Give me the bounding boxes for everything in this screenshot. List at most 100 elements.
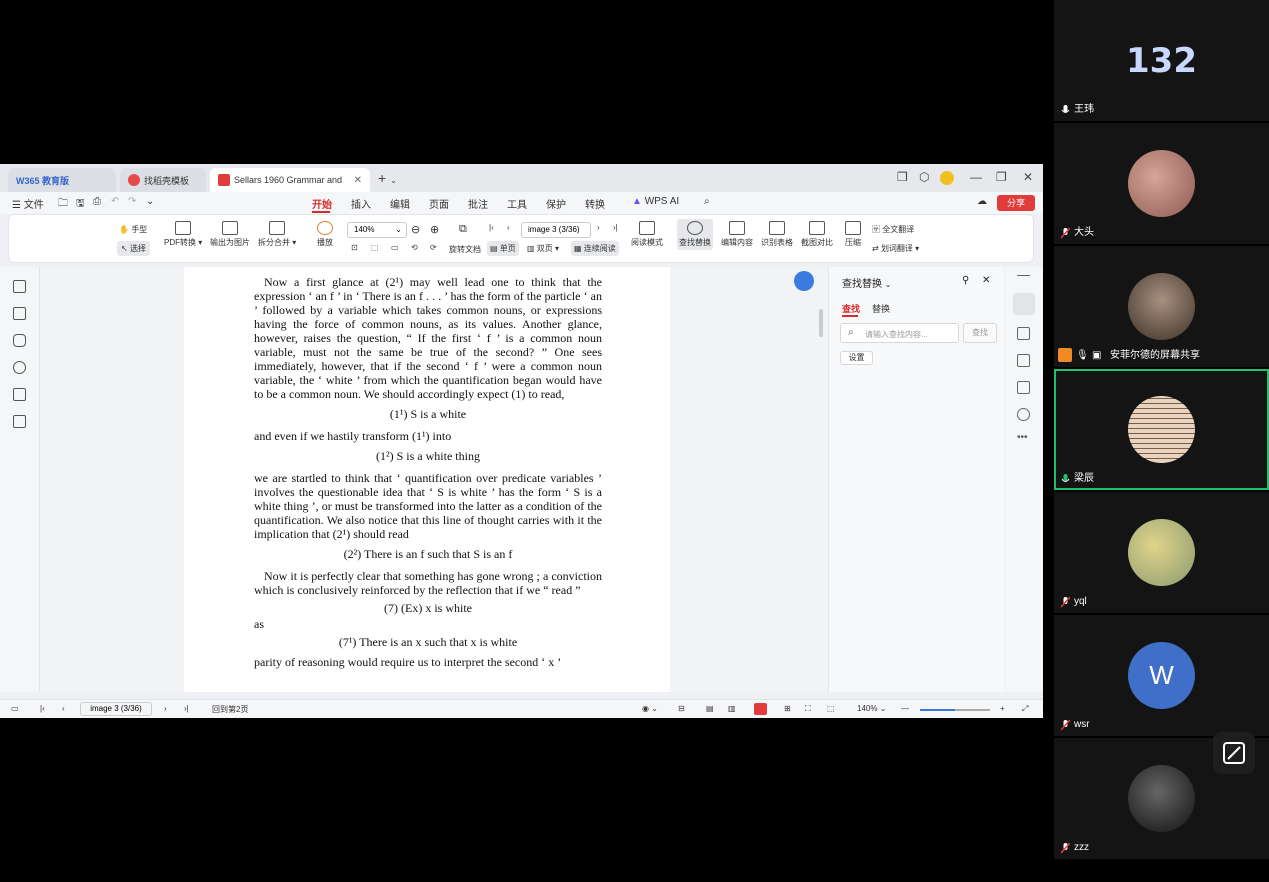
prev-page-icon[interactable]: ‹: [62, 704, 65, 713]
ai-assistant-icon[interactable]: [794, 271, 814, 291]
double-page-button[interactable]: ▥ 双页 ▾: [527, 243, 559, 254]
comment-icon[interactable]: [13, 334, 26, 347]
participant-tile[interactable]: W wsr: [1054, 615, 1269, 736]
restore-button[interactable]: ❐: [996, 170, 1007, 184]
menu-annotate[interactable]: 批注: [468, 196, 488, 211]
export-image-button[interactable]: 输出为图片: [210, 221, 250, 248]
tab-replace[interactable]: 替换: [872, 302, 890, 315]
compress-button[interactable]: 压缩: [845, 221, 861, 248]
single-page-button[interactable]: ▤ 单页: [487, 241, 519, 256]
page-number-input[interactable]: image 3 (3/36): [80, 702, 152, 716]
split-merge-button[interactable]: 拆分合并 ▾: [258, 221, 296, 248]
pdf-page[interactable]: Now a first glance at (2¹) may well lead…: [184, 267, 670, 692]
bookmark-icon[interactable]: [13, 280, 26, 293]
sidebar-toggle-icon[interactable]: ▭: [11, 704, 19, 713]
hand-tool[interactable]: ✋ 手型: [119, 224, 147, 235]
window-layout-icon[interactable]: ❐: [897, 170, 908, 184]
settings-button[interactable]: 设置: [840, 351, 873, 365]
more-chevron-icon[interactable]: ⌄: [146, 196, 154, 207]
zoom-select[interactable]: 140% ⌄: [347, 222, 407, 238]
expand-icon[interactable]: ⤢: [1022, 704, 1028, 714]
fullscreen-icon[interactable]: ⛶: [805, 704, 811, 714]
fit-icon[interactable]: ⊟: [678, 704, 685, 713]
find-replace-button[interactable]: 查找替换: [677, 219, 713, 250]
pin-icon[interactable]: ⚲: [962, 275, 969, 286]
participant-tile[interactable]: yql: [1054, 492, 1269, 613]
back-to-page-link[interactable]: 回到第2页: [212, 704, 248, 715]
menu-insert[interactable]: 插入: [351, 196, 371, 211]
fit-height-icon[interactable]: ▭: [391, 243, 399, 252]
next-page-icon[interactable]: ›: [597, 223, 600, 232]
sync-icon[interactable]: [1017, 327, 1030, 340]
print-icon[interactable]: ⎙: [93, 196, 101, 207]
zoom-out-icon[interactable]: ⊖: [411, 223, 420, 236]
first-page-icon[interactable]: |‹: [489, 223, 494, 232]
save-icon[interactable]: 🖫: [76, 196, 85, 213]
close-tab-icon[interactable]: ✕: [354, 175, 362, 186]
single-page-icon[interactable]: ▤: [706, 704, 714, 713]
find-button[interactable]: 查找: [963, 323, 997, 343]
full-translate-button[interactable]: 🈂 全文翻译: [872, 224, 914, 235]
annotate-icon[interactable]: [1213, 732, 1255, 774]
read-mode-button[interactable]: 阅读模式: [631, 221, 663, 248]
crop-icon[interactable]: ⬚: [827, 704, 835, 713]
recognize-table-button[interactable]: 识别表格: [761, 221, 793, 248]
zoom-out-icon[interactable]: —: [901, 704, 909, 713]
edit-content-button[interactable]: 编辑内容: [721, 221, 753, 248]
tab-find[interactable]: 查找: [842, 302, 860, 315]
redo-icon[interactable]: ↷: [128, 196, 136, 207]
signature-icon[interactable]: [13, 388, 26, 401]
menu-protect[interactable]: 保护: [546, 196, 566, 211]
screenshot-compare-button[interactable]: 截图对比: [801, 221, 833, 248]
prev-page-icon[interactable]: ‹: [507, 223, 510, 232]
layout-icon[interactable]: ⊞: [784, 704, 791, 713]
eye-icon[interactable]: ◉ ⌄: [642, 704, 658, 713]
menu-home[interactable]: 开始: [312, 196, 332, 211]
panel-title[interactable]: 查找替换 ⌄: [842, 275, 891, 290]
first-page-icon[interactable]: |‹: [40, 704, 45, 713]
search-icon[interactable]: [1013, 293, 1035, 315]
thumbnail-icon[interactable]: [13, 307, 26, 320]
menu-wps-ai[interactable]: ▲ WPS AI: [632, 196, 679, 207]
layers-icon[interactable]: [13, 415, 26, 428]
cloud-icon[interactable]: ☁: [977, 196, 987, 207]
book-search-icon[interactable]: [1017, 381, 1030, 394]
tab-sellars-pdf[interactable]: Sellars 1960 Grammar and ✕: [210, 168, 370, 192]
minimize-button[interactable]: —: [970, 170, 982, 184]
last-page-icon[interactable]: ›|: [613, 223, 618, 232]
more-icon[interactable]: •••: [1017, 432, 1030, 445]
fit-width-icon[interactable]: ⬚: [371, 243, 379, 252]
continuous-read-button[interactable]: ▦ 连续阅读: [571, 241, 619, 256]
zoom-in-icon[interactable]: ⊕: [430, 223, 439, 236]
fit-page-icon[interactable]: ⧉: [459, 223, 467, 236]
menu-edit[interactable]: 编辑: [390, 196, 410, 211]
word-translate-button[interactable]: ⇄ 划词翻译 ▾: [872, 243, 919, 254]
select-tool[interactable]: ↖ 选择: [117, 241, 150, 256]
menu-file[interactable]: ☰ 文件: [12, 196, 44, 211]
attachment-icon[interactable]: [13, 361, 26, 374]
menu-page[interactable]: 页面: [429, 196, 449, 211]
menu-convert[interactable]: 转换: [585, 196, 605, 211]
close-window-button[interactable]: ✕: [1023, 170, 1033, 184]
rotate-doc-button[interactable]: 旋转文档: [449, 244, 481, 255]
pdf-convert-button[interactable]: PDF转换 ▾: [164, 221, 202, 248]
sliders-icon[interactable]: [1017, 354, 1030, 367]
participant-tile-active-speaker[interactable]: 梁辰: [1054, 369, 1269, 490]
zoom-slider[interactable]: [920, 709, 990, 711]
search-input[interactable]: ⌕ 请输入查找内容...: [840, 323, 959, 343]
search-icon[interactable]: ⌕: [704, 196, 710, 207]
next-page-icon[interactable]: ›: [164, 704, 167, 713]
tab-docer-templates[interactable]: 找稻壳模板: [120, 168, 206, 192]
cube-icon[interactable]: ⬡: [919, 170, 929, 184]
zoom-in-icon[interactable]: +: [1000, 704, 1005, 713]
close-panel-icon[interactable]: ✕: [982, 275, 990, 286]
rotate-right-icon[interactable]: ⟳: [430, 243, 437, 252]
open-icon[interactable]: 🗀: [58, 196, 68, 213]
user-avatar[interactable]: [940, 171, 954, 185]
participant-tile[interactable]: 大头: [1054, 123, 1269, 244]
participant-tile[interactable]: 132 王玮: [1054, 0, 1269, 121]
play-icon[interactable]: [754, 703, 767, 715]
scrollbar-thumb[interactable]: [819, 309, 823, 337]
play-button[interactable]: 播放: [317, 221, 333, 248]
vertical-scrollbar[interactable]: [819, 271, 824, 695]
